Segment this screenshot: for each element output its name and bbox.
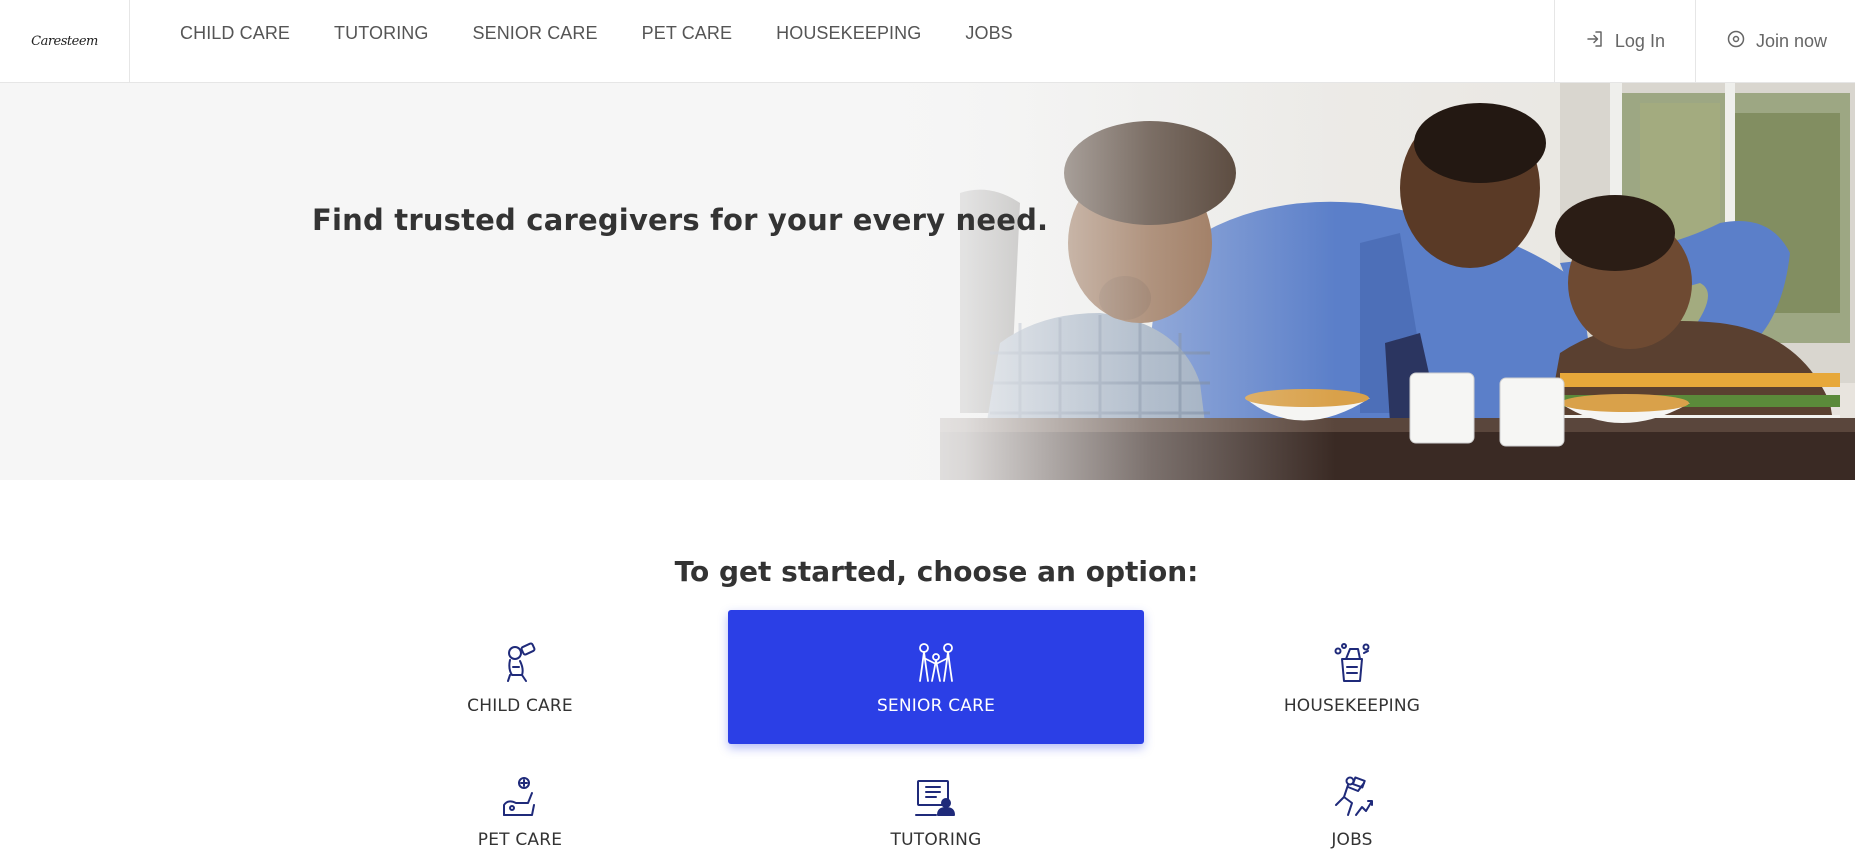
child-care-icon [497,640,543,686]
options-title: To get started, choose an option: [674,555,1199,588]
nav-pet-care[interactable]: PET CARE [642,23,733,44]
login-label: Log In [1614,31,1665,51]
hero-banner: Find trusted caregivers for your every n… [0,83,1855,480]
option-housekeeping[interactable]: HOUSEKEEPING [1144,610,1560,744]
nav-child-care[interactable]: CHILD CARE [180,23,290,44]
auth-actions: Log In Join now [1553,0,1855,83]
housekeeping-icon [1329,640,1375,686]
option-senior-care-label: SENIOR CARE [876,696,996,716]
join-icon [1726,29,1746,54]
join-button[interactable]: Join now [1694,0,1855,83]
nav-housekeeping[interactable]: HOUSEKEEPING [776,23,921,44]
senior-care-icon [913,640,959,686]
nav-jobs[interactable]: JOBS [965,23,1012,44]
option-jobs-label: JOBS [1331,830,1373,850]
option-tutoring[interactable]: TUTORING [728,766,1144,862]
site-header: Caresteem CHILD CARE TUTORING SENIOR CAR… [0,0,1855,83]
hero-title: Find trusted caregivers for your every n… [312,203,1049,237]
join-label: Join now [1755,31,1827,51]
nav-tutoring[interactable]: TUTORING [334,23,428,44]
option-tutoring-label: TUTORING [890,830,982,850]
option-child-care[interactable]: CHILD CARE [312,610,728,744]
option-senior-care[interactable]: SENIOR CARE [728,610,1144,744]
tutoring-icon [913,774,959,820]
login-button[interactable]: Log In [1553,0,1695,83]
logo-text: Caresteem [31,34,98,49]
pet-care-icon [497,774,543,820]
hero-fade-overlay [0,83,1855,480]
main-nav: CHILD CARE TUTORING SENIOR CARE PET CARE… [180,0,1057,66]
option-pet-care-label: PET CARE [477,830,563,850]
option-housekeeping-label: HOUSEKEEPING [1283,696,1421,716]
option-child-care-label: CHILD CARE [467,696,573,716]
jobs-icon [1329,774,1375,820]
logo[interactable]: Caresteem [0,0,130,83]
login-icon [1585,29,1605,54]
option-pet-care[interactable]: PET CARE [312,766,728,862]
nav-senior-care[interactable]: SENIOR CARE [473,23,598,44]
option-jobs[interactable]: JOBS [1144,766,1560,862]
